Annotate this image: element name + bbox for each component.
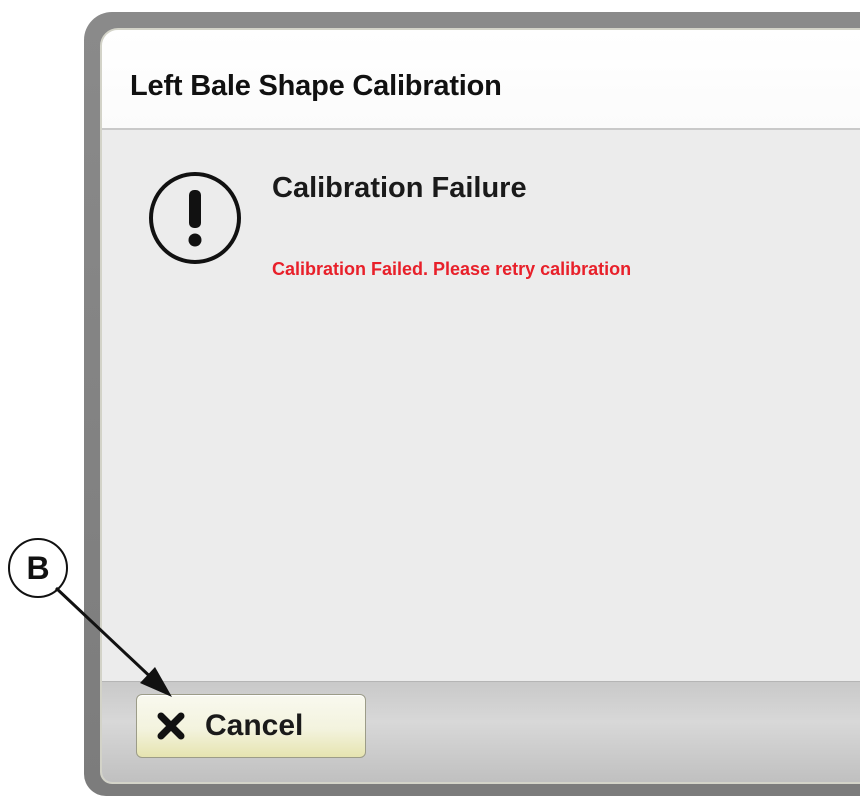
screen: Left Bale Shape Calibration Calibration … [0,0,860,796]
cancel-button[interactable]: Cancel [136,694,366,758]
error-heading: Calibration Failure [272,172,527,204]
close-x-icon [157,712,185,740]
calibration-dialog: Left Bale Shape Calibration Calibration … [100,28,860,784]
dialog-footer: Cancel [102,681,860,782]
error-message: Calibration Failed. Please retry calibra… [272,259,632,279]
callout-letter: B [26,549,50,586]
callout-b: B [8,538,68,598]
alert-circle-icon [149,172,241,264]
dialog-title-bar: Left Bale Shape Calibration [102,30,860,130]
cancel-button-label: Cancel [205,709,304,742]
dialog-title: Left Bale Shape Calibration [130,70,502,102]
